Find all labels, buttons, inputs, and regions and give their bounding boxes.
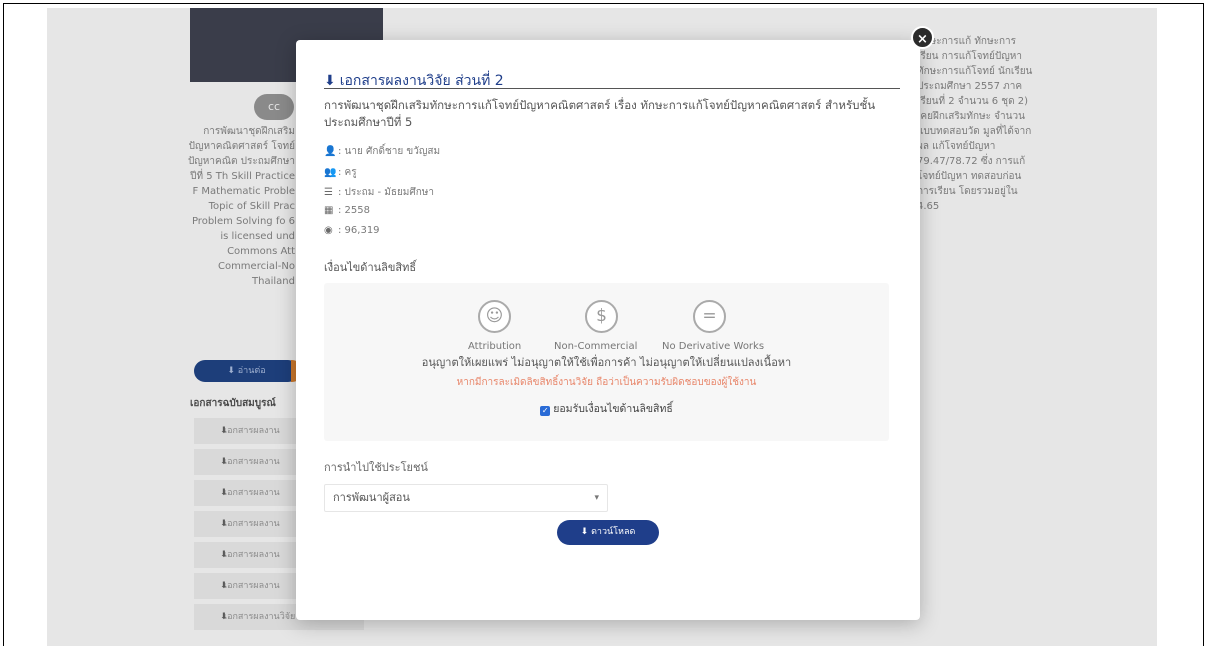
download-icon: ⬇ xyxy=(220,519,228,529)
download-icon: ⬇ xyxy=(324,73,336,89)
meta-author: 👤: นาย ศักดิ์ชาย ขวัญสม xyxy=(324,144,440,159)
download-icon: ⬇ xyxy=(220,457,228,467)
download-button[interactable]: ⬇ ดาวน์โหลด xyxy=(557,520,659,545)
accept-license-checkbox[interactable]: ✓ ยอมรับเงื่อนไขด้านลิขสิทธิ์ xyxy=(324,400,889,417)
use-purpose-value: การพัฒนาผู้สอน xyxy=(333,491,410,504)
download-icon: ⬇ xyxy=(220,550,228,560)
license-heading: เงื่อนไขด้านลิขสิทธิ์ xyxy=(324,261,417,274)
use-purpose-select[interactable]: การพัฒนาผู้สอน ▾ xyxy=(324,484,608,512)
doc-item-label: เอกสารผลงาน xyxy=(224,426,280,436)
doc-item-label: เอกสารผลงาน xyxy=(224,488,280,498)
meta-level: ☰ : ประถม - มัธยมศึกษา xyxy=(324,185,434,200)
read-more-button[interactable]: ⬇ อ่านต่อ xyxy=(194,360,299,382)
meta-views: ◉ : 96,319 xyxy=(324,225,380,236)
research-description-left: การพัฒนาชุดฝึกเสริม ปัญหาคณิตศาสตร์ โจทย… xyxy=(187,126,295,287)
meta-author-text: : นาย ศักดิ์ชาย ขวัญสม xyxy=(338,146,441,157)
accept-license-label: ยอมรับเงื่อนไขด้านลิขสิทธิ์ xyxy=(553,403,673,415)
research-subject: การพัฒนาชุดฝึกเสริมทักษะการแก้โจทย์ปัญหา… xyxy=(324,98,876,129)
meta-position-text: : ครู xyxy=(338,167,357,178)
close-icon[interactable]: × xyxy=(911,26,934,49)
license-box: ☺ $ = Attribution Non-Commercial No Deri… xyxy=(324,283,889,441)
meta-year: ▦ : 2558 xyxy=(324,205,370,216)
research-abstract-right: ทักษะการแก้ ทักษะการเรียน การแก้โจทย์ปัญ… xyxy=(917,36,1033,212)
license-warning: หากมีการละเมิดลิขสิทธิ์งานวิจัย ถือว่าเป… xyxy=(456,377,757,388)
doc-item-label: เอกสารผลงาน xyxy=(224,550,280,560)
non-commercial-label: Non-Commercial xyxy=(554,341,638,352)
download-icon: ⬇ xyxy=(220,426,228,436)
doc-item-label: เอกสารผลงาน xyxy=(224,581,280,591)
meta-views-text: : 96,319 xyxy=(338,225,380,236)
attribution-icon: ☺ xyxy=(478,300,511,333)
checkbox-checked-icon[interactable]: ✓ xyxy=(540,406,551,416)
meta-year-text: : 2558 xyxy=(338,205,370,216)
users-icon: 👥 xyxy=(324,167,337,178)
use-purpose-label: การนำไปใช้ประโยชน์ xyxy=(324,461,428,474)
doc-item-label: เอกสารผลงาน xyxy=(224,519,280,529)
download-modal: ⬇ เอกสารผลงานวิจัย ส่วนที่ 2 การพัฒนาชุดฝ… xyxy=(296,40,920,620)
calendar-icon: ▦ xyxy=(324,205,334,216)
meta-level-text: : ประถม - มัธยมศึกษา xyxy=(338,187,435,198)
no-derivative-icon: = xyxy=(693,300,726,333)
doc-item-label: เอกสารผลงาน xyxy=(224,457,280,467)
non-commercial-icon: $ xyxy=(585,300,618,333)
modal-title-text: เอกสารผลงานวิจัย ส่วนที่ 2 xyxy=(339,73,504,89)
license-note: อนุญาตให้เผยแพร่ ไม่อนุญาตให้ใช้เพื่อการ… xyxy=(421,356,792,369)
download-icon: ⬇ xyxy=(220,612,228,622)
eye-icon: ◉ xyxy=(324,225,333,236)
list-icon: ☰ xyxy=(324,187,333,198)
user-icon: 👤 xyxy=(324,146,337,157)
docs-section-title: เอกสารฉบับสมบูรณ์ xyxy=(190,398,276,409)
download-button-label: ดาวน์โหลด xyxy=(591,527,636,537)
meta-position: 👥: ครู xyxy=(324,165,357,180)
no-derivative-label: No Derivative Works xyxy=(662,341,765,352)
cc-license-badge: cc xyxy=(254,94,294,120)
attribution-label: Attribution xyxy=(468,341,522,352)
read-more-label: อ่านต่อ xyxy=(237,366,266,376)
download-icon: ⬇ xyxy=(220,488,228,498)
chevron-down-icon: ▾ xyxy=(594,493,599,503)
download-icon: ⬇ xyxy=(220,581,228,591)
title-divider xyxy=(324,88,900,89)
